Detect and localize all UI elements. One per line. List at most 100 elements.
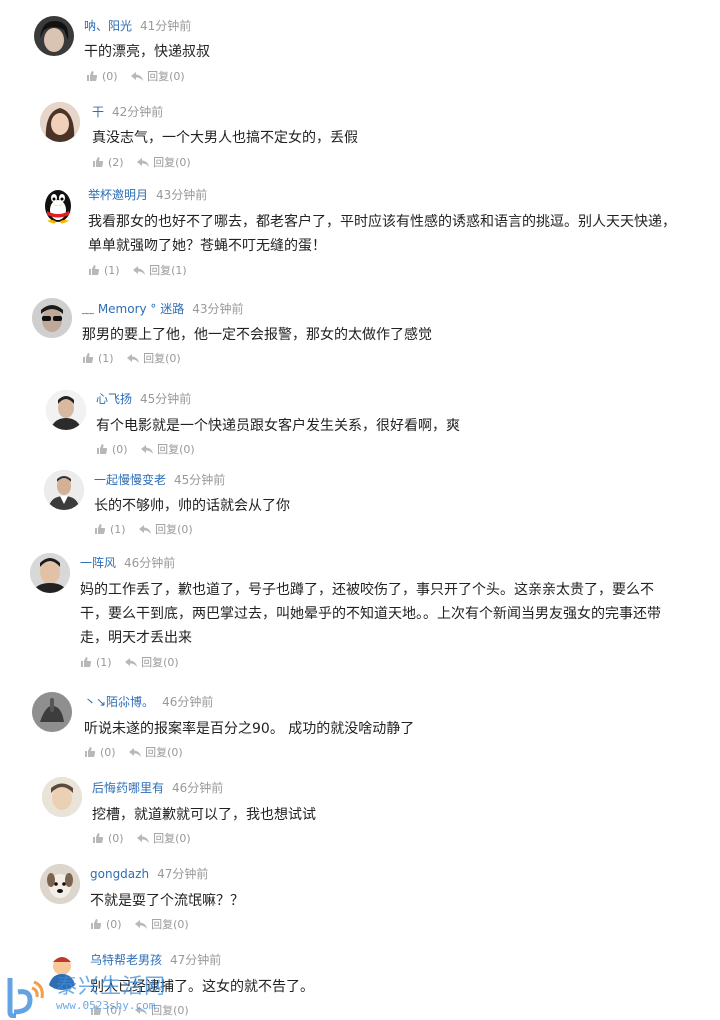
avatar[interactable] — [46, 390, 86, 430]
reply-arrow-icon — [141, 445, 154, 454]
timestamp: 46分钟前 — [172, 781, 224, 795]
comment-text: 妈的工作丢了，歉也道了，号子也蹲了，还被咬伤了，事只开了个头。这亲亲太贵了，要么… — [80, 582, 661, 646]
comment-actions: (0) 回复 (0) — [96, 441, 205, 458]
avatar[interactable] — [44, 470, 84, 510]
comment-meta: 心飞扬 45分钟前 — [96, 390, 191, 407]
like-button[interactable]: (1) — [80, 656, 112, 669]
username-link[interactable]: 呐、阳光 — [84, 19, 132, 33]
username-link[interactable]: gongdazh — [90, 867, 149, 881]
like-count: (1) — [98, 351, 114, 365]
avatar[interactable] — [32, 298, 72, 338]
avatar[interactable] — [42, 777, 82, 817]
reply-count: (0) — [179, 442, 195, 456]
comment-meta: 一阵风 46分钟前 — [80, 554, 175, 571]
comment-text: 有个电影就是一个快递员跟女客户发生关系，很好看啊，爽 — [96, 418, 460, 434]
reply-arrow-icon — [139, 525, 152, 534]
comment-meta: 举杯邀明月 43分钟前 — [88, 186, 207, 203]
avatar-man-portrait-icon — [30, 553, 70, 593]
comment-meta: 一起慢慢变老 45分钟前 — [94, 471, 225, 488]
comment-actions: (1) 回复 (0) — [82, 350, 191, 367]
timestamp: 43分钟前 — [192, 302, 244, 316]
avatar[interactable] — [32, 692, 72, 732]
comment-text: 我看那女的也好不了哪去，都老客户了，平时应该有性感的诱惑和语言的挑逗。别人天天快… — [88, 214, 676, 254]
watermark-url: www.0523shy.com — [56, 999, 156, 1012]
reply-button[interactable]: 回复 (0) — [135, 916, 189, 932]
like-count: (0) — [102, 69, 118, 83]
reply-button[interactable]: 回复 (0) — [141, 441, 195, 457]
username-link[interactable]: 后悔药哪里有 — [92, 781, 164, 795]
comment-meta: ﹏ Memory ° 迷路 43分钟前 — [82, 300, 244, 317]
reply-button[interactable]: 回复 (0) — [131, 68, 185, 84]
reply-arrow-icon — [137, 158, 150, 167]
like-button[interactable]: (0) — [96, 443, 128, 456]
comment-actions: (1) 回复 (1) — [88, 262, 197, 279]
like-count: (0) — [100, 745, 116, 759]
avatar[interactable] — [30, 553, 70, 593]
username-link[interactable]: 丶↘陌尛博。 — [84, 695, 154, 709]
site-watermark: 泰兴生活网 www.0523shy.com — [4, 966, 174, 1020]
like-button[interactable]: (0) — [86, 70, 118, 83]
reply-count: (0) — [175, 831, 191, 845]
reply-label: 回复 — [151, 918, 174, 931]
like-button[interactable]: (0) — [84, 746, 116, 759]
comment-actions: (2) 回复 (0) — [92, 154, 201, 171]
reply-button[interactable]: 回复 (0) — [129, 744, 183, 760]
timestamp: 47分钟前 — [170, 953, 222, 967]
reply-label: 回复 — [153, 832, 176, 845]
thumbs-up-icon — [97, 444, 108, 454]
like-count: (0) — [108, 831, 124, 845]
reply-count: (0) — [163, 655, 179, 669]
username-link[interactable]: ﹏ Memory ° 迷路 — [82, 302, 184, 316]
reply-count: (1) — [171, 263, 187, 277]
avatar-man-icon — [46, 390, 86, 430]
reply-button[interactable]: 回复 (0) — [137, 154, 191, 170]
avatar[interactable] — [40, 864, 80, 904]
timestamp: 43分钟前 — [156, 188, 208, 202]
username-link[interactable]: 心飞扬 — [96, 392, 132, 406]
comment-actions: (1) 回复 (0) — [94, 521, 203, 538]
username-link[interactable]: 一阵风 — [80, 556, 116, 570]
like-button[interactable]: (2) — [92, 156, 124, 169]
comment-text: 干的漂亮，快递叔叔 — [84, 44, 210, 60]
reply-button[interactable]: 回复 (0) — [137, 830, 191, 846]
qq-penguin-icon — [45, 190, 71, 224]
avatar[interactable] — [40, 102, 80, 142]
timestamp: 42分钟前 — [112, 105, 164, 119]
reply-label: 回复 — [141, 656, 164, 669]
reply-label: 回复 — [153, 156, 176, 169]
comment-text: 挖槽，就道歉就可以了，我也想试试 — [92, 807, 316, 823]
reply-button[interactable]: 回复 (0) — [127, 350, 181, 366]
like-button[interactable]: (0) — [92, 832, 124, 845]
avatar[interactable] — [34, 16, 74, 56]
thumbs-up-icon — [91, 919, 102, 929]
like-button[interactable]: (0) — [90, 918, 122, 931]
timestamp: 41分钟前 — [140, 19, 192, 33]
reply-arrow-icon — [131, 72, 144, 81]
username-link[interactable]: 举杯邀明月 — [88, 188, 148, 202]
username-link[interactable]: 乌特帮老男孩 — [90, 953, 162, 967]
comment-meta: 丶↘陌尛博。 46分钟前 — [84, 693, 213, 710]
like-button[interactable]: (1) — [82, 352, 114, 365]
reply-count: (0) — [165, 351, 181, 365]
timestamp: 45分钟前 — [174, 473, 226, 487]
username-link[interactable]: 干 — [92, 105, 104, 119]
comment-meta: gongdazh 47分钟前 — [90, 865, 208, 882]
comment-actions: (0) 回复 (0) — [84, 744, 193, 761]
reply-label: 回复 — [145, 746, 168, 759]
username-link[interactable]: 一起慢慢变老 — [94, 473, 166, 487]
reply-label: 回复 — [143, 352, 166, 365]
like-button[interactable]: (1) — [94, 523, 126, 536]
avatar-man-shirt-icon — [44, 470, 84, 510]
like-count: (1) — [104, 263, 120, 277]
like-button[interactable]: (1) — [88, 264, 120, 277]
reply-button[interactable]: 回复 (0) — [125, 654, 179, 670]
avatar[interactable] — [38, 184, 78, 224]
comment-actions: (0) 回复 (0) — [86, 68, 195, 85]
reply-arrow-icon — [127, 354, 140, 363]
timestamp: 45分钟前 — [140, 392, 192, 406]
comment-meta: 后悔药哪里有 46分钟前 — [92, 779, 223, 796]
reply-button[interactable]: 回复 (1) — [133, 262, 187, 278]
reply-arrow-icon — [135, 920, 148, 929]
reply-button[interactable]: 回复 (0) — [139, 521, 193, 537]
like-count: (1) — [96, 655, 112, 669]
